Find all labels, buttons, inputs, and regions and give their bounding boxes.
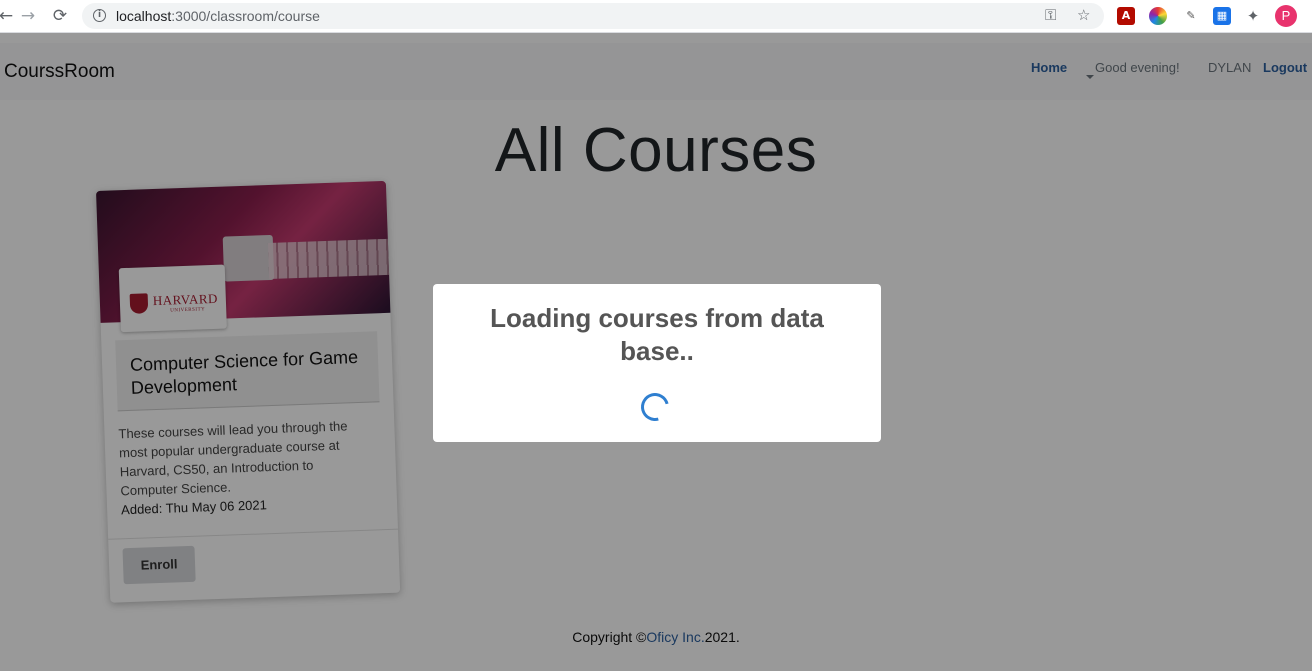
url-host: localhost <box>116 8 172 24</box>
profile-avatar[interactable]: P <box>1275 5 1297 27</box>
star-icon[interactable]: ☆ <box>1077 6 1090 24</box>
puzzle-extensions-icon[interactable]: ✦ <box>1244 7 1262 25</box>
color-picker-extension-icon[interactable] <box>1149 7 1167 25</box>
address-bar[interactable]: i localhost:3000/classroom/course ⚿ ☆ <box>82 3 1104 29</box>
url-path: :3000/classroom/course <box>171 8 320 24</box>
browser-toolbar: ← → ⟳ i localhost:3000/classroom/course … <box>0 0 1312 33</box>
url-text[interactable]: localhost:3000/classroom/course <box>116 8 320 24</box>
loading-spinner-icon <box>635 387 675 427</box>
key-icon[interactable]: ⚿ <box>1045 6 1056 24</box>
back-icon[interactable]: ← <box>0 6 16 26</box>
reload-icon[interactable]: ⟳ <box>50 6 70 26</box>
table-extension-icon[interactable]: ▦ <box>1213 7 1231 25</box>
loading-message: Loading courses from data base.. <box>490 303 824 366</box>
info-icon[interactable]: i <box>93 9 106 22</box>
loading-modal: Loading courses from data base.. <box>433 284 881 442</box>
eyedropper-extension-icon[interactable]: ✎ <box>1182 7 1200 25</box>
pdf-extension-icon[interactable]: A <box>1117 7 1135 25</box>
forward-icon[interactable]: → <box>18 6 38 26</box>
